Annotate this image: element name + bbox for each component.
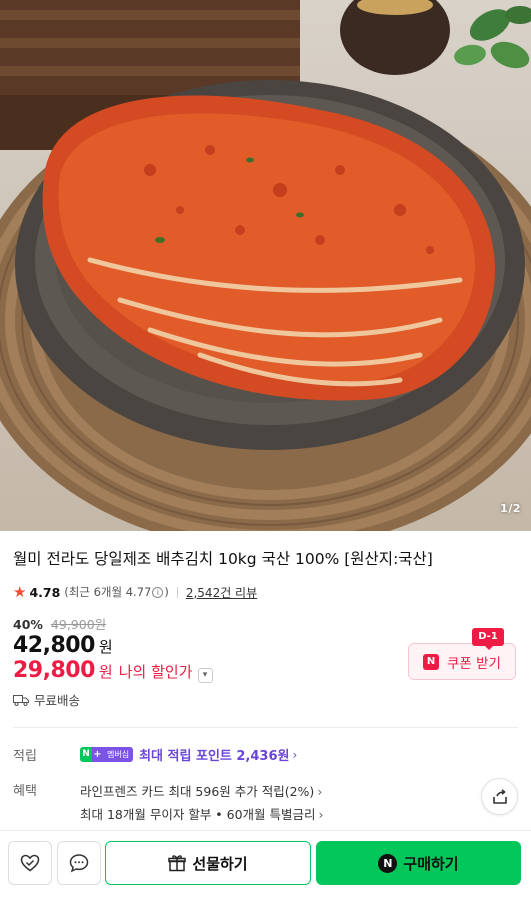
- shipping-text: 무료배송: [34, 693, 81, 708]
- recent-rating-close: ): [164, 585, 169, 599]
- points-row[interactable]: N + 멤버십 최대 적립 포인트 2,436원 ›: [80, 745, 297, 764]
- my-price-label: 나의 할인가: [118, 663, 193, 681]
- review-count-link[interactable]: 2,542건 리뷰: [186, 584, 257, 601]
- discount-rate: 40%: [13, 617, 43, 632]
- max-points-text: 최대 적립 포인트 2,436원: [139, 749, 290, 764]
- buy-button[interactable]: N 구매하기: [316, 841, 521, 885]
- coupon-button[interactable]: N 쿠폰 받기: [408, 643, 516, 680]
- naver-n-icon: N: [423, 653, 439, 670]
- benefits-label: 혜택: [13, 784, 37, 799]
- image-counter: 1/2: [500, 502, 521, 515]
- installment-benefit-text: 최대 18개월 무이자 할부 • 60개월 특별금리: [80, 807, 316, 822]
- rating-score: 4.78: [29, 584, 61, 600]
- recent-rating: (최근 6개월 4.77 i): [64, 584, 169, 600]
- membership-badge: N + 멤버십: [80, 747, 134, 762]
- points-label: 적립: [13, 749, 37, 764]
- naver-pay-icon: N: [378, 853, 398, 873]
- product-title: 월미 전라도 당일제조 배추김치 10kg 국산 100% [원산지:국산]: [13, 550, 433, 568]
- heart-check-icon: [20, 854, 40, 872]
- share-button[interactable]: [481, 778, 518, 815]
- membership-text: 멤버십: [103, 747, 134, 762]
- gift-button[interactable]: 선물하기: [105, 841, 311, 885]
- kimchi-photo: [0, 0, 531, 531]
- gift-icon: [168, 855, 187, 872]
- original-price: 49,900원: [50, 617, 107, 632]
- my-discount-price: 29,800: [13, 658, 95, 683]
- my-price-row: 29,800 원 나의 할인가 ▾: [13, 658, 213, 683]
- installment-benefit[interactable]: 최대 18개월 무이자 할부 • 60개월 특별금리 ›: [80, 804, 324, 823]
- coupon-deadline-badge: D-1: [472, 628, 504, 650]
- talk-button[interactable]: [57, 841, 101, 885]
- chevron-right-icon: ›: [292, 747, 298, 762]
- chat-icon: [69, 854, 89, 873]
- membership-plus: +: [92, 747, 103, 762]
- card-benefit-text: 라인프렌즈 카드 최대 596원 추가 적립(2%): [80, 784, 315, 799]
- truck-icon: [13, 694, 29, 706]
- sale-price: 42,800: [13, 633, 95, 658]
- card-benefit[interactable]: 라인프렌즈 카드 최대 596원 추가 적립(2%) ›: [80, 781, 322, 800]
- wishlist-button[interactable]: [8, 841, 52, 885]
- star-icon: ★: [13, 583, 27, 601]
- my-price-currency: 원: [98, 663, 113, 681]
- sale-price-row: 42,800 원: [13, 633, 113, 658]
- bottom-action-bar: 선물하기 N 구매하기: [0, 830, 531, 897]
- chevron-right-icon: ›: [318, 807, 324, 822]
- shipping-row: 무료배송: [13, 690, 80, 709]
- buy-label: 구매하기: [403, 854, 459, 873]
- chevron-right-icon: ›: [317, 784, 323, 799]
- discount-row: 40% 49,900원: [13, 614, 106, 633]
- coupon-label: 쿠폰 받기: [447, 655, 501, 672]
- rating-row: ★ 4.78 (최근 6개월 4.77 i) 2,542건 리뷰: [13, 583, 257, 601]
- membership-n: N: [80, 747, 92, 762]
- section-divider: [13, 727, 518, 728]
- divider: [176, 586, 178, 598]
- chevron-down-icon[interactable]: ▾: [197, 668, 213, 683]
- gift-label: 선물하기: [192, 854, 248, 873]
- share-icon: [492, 788, 507, 804]
- recent-rating-text: (최근 6개월 4.77: [64, 585, 152, 599]
- info-icon[interactable]: i: [152, 587, 164, 598]
- product-image[interactable]: 1/2: [0, 0, 531, 531]
- sale-price-currency: 원: [98, 638, 113, 656]
